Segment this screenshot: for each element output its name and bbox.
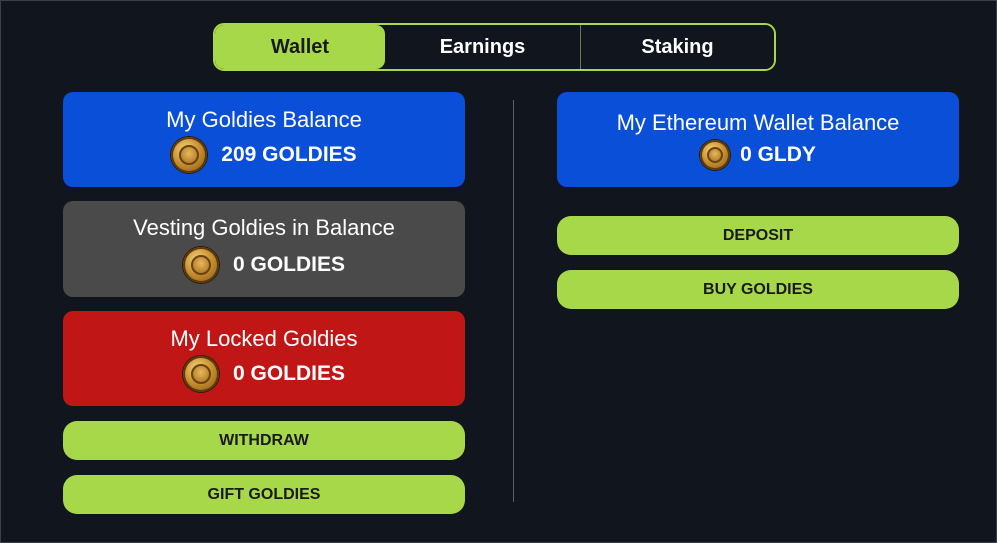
goldies-coin-icon — [171, 136, 208, 173]
goldies-balance-title: My Goldies Balance — [166, 106, 362, 132]
locked-goldies-card: My Locked Goldies 0 GOLDIES — [63, 311, 465, 406]
vesting-goldies-card: Vesting Goldies in Balance 0 GOLDIES — [63, 201, 465, 297]
tab-bar: Wallet Earnings Staking — [213, 23, 776, 71]
goldies-coin-icon — [700, 139, 731, 170]
locked-goldies-amount: 0 GOLDIES — [232, 361, 346, 385]
ethereum-balance-amount: 0 GLDY — [740, 142, 816, 166]
locked-goldies-title: My Locked Goldies — [170, 325, 358, 351]
ethereum-balance-amount-row: 0 GLDY — [700, 139, 816, 170]
tab-staking[interactable]: Staking — [580, 25, 774, 69]
goldies-balance-card: My Goldies Balance 209 GOLDIES — [63, 92, 465, 187]
ethereum-balance-title: My Ethereum Wallet Balance — [616, 109, 900, 135]
vesting-goldies-title: Vesting Goldies in Balance — [133, 215, 395, 240]
withdraw-button[interactable]: WITHDRAW — [63, 421, 465, 460]
tab-earnings[interactable]: Earnings — [385, 25, 580, 69]
locked-goldies-amount-row: 0 GOLDIES — [182, 355, 346, 392]
deposit-button[interactable]: DEPOSIT — [557, 216, 959, 255]
goldies-balance-amount: 209 GOLDIES — [221, 142, 357, 166]
goldies-coin-icon — [182, 355, 219, 392]
gift-goldies-button[interactable]: GIFT GOLDIES — [63, 475, 465, 514]
column-divider — [513, 100, 514, 502]
goldies-balance-amount-row: 209 GOLDIES — [171, 136, 357, 173]
buy-goldies-button[interactable]: BUY GOLDIES — [557, 270, 959, 309]
goldies-coin-icon — [182, 247, 219, 283]
tab-wallet[interactable]: Wallet — [215, 25, 385, 69]
vesting-goldies-amount: 0 GOLDIES — [232, 253, 346, 276]
ethereum-balance-card: My Ethereum Wallet Balance 0 GLDY — [557, 92, 959, 187]
vesting-goldies-amount-row: 0 GOLDIES — [182, 247, 346, 283]
